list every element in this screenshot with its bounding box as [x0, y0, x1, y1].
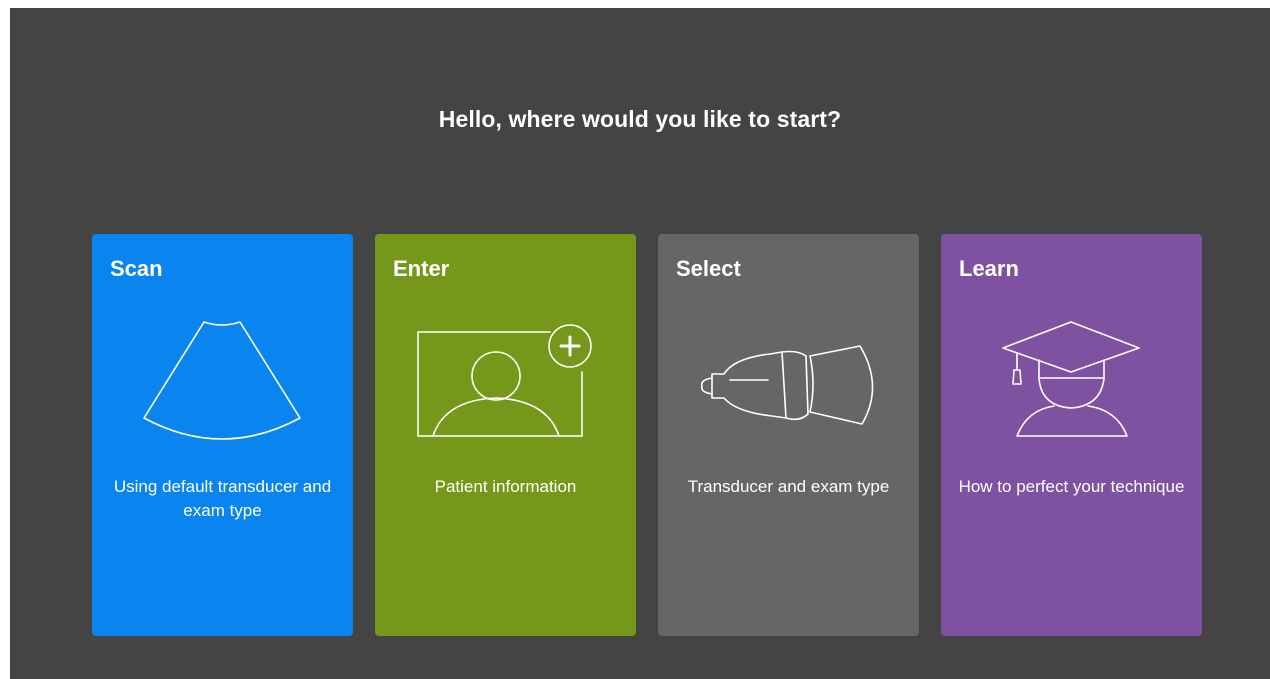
- scan-card-title: Scan: [110, 256, 163, 281]
- select-card[interactable]: Select Transducer and exam type: [658, 234, 919, 636]
- learn-card-title: Learn: [959, 256, 1019, 281]
- select-card-description: Transducer and exam type: [687, 477, 890, 496]
- transducer-probe-icon: [700, 345, 874, 425]
- graduation-cap-icon: [1002, 321, 1140, 437]
- enter-card-title: Enter: [393, 256, 450, 281]
- enter-card-description: Patient information: [434, 477, 577, 496]
- ultrasound-fan-icon: [143, 321, 301, 440]
- add-patient-icon: [417, 324, 592, 437]
- start-screen: Hello, where would you like to start? Sc…: [10, 8, 1270, 679]
- enter-card[interactable]: Enter Patient information: [375, 234, 636, 636]
- learn-card[interactable]: Learn How to perfect your technique: [941, 234, 1202, 636]
- scan-card[interactable]: Scan Using default transducer and exam t…: [92, 234, 353, 636]
- learn-card-description: How to perfect your technique: [958, 477, 1185, 496]
- scan-card-description: Using default transducer and exam type: [113, 477, 332, 520]
- page-title: Hello, where would you like to start?: [438, 106, 842, 132]
- select-card-title: Select: [676, 256, 741, 281]
